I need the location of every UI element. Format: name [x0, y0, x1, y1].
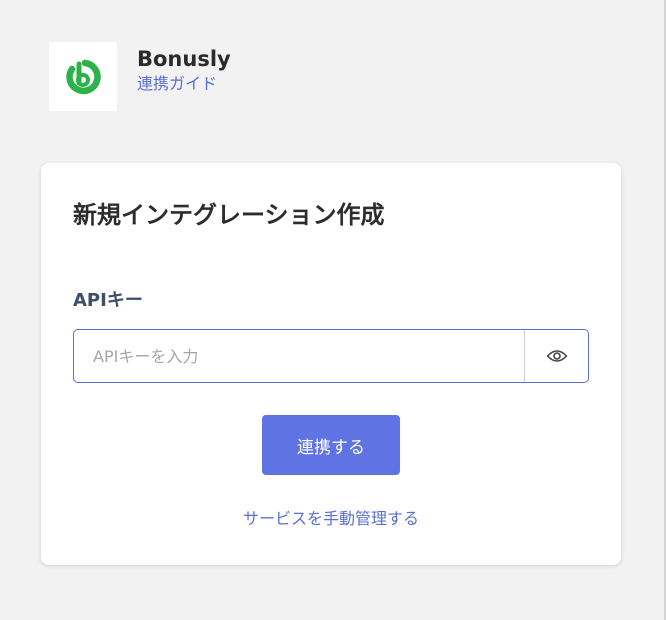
page-title: 新規インテグレーション作成 [73, 201, 385, 229]
api-key-label: APIキー [73, 290, 143, 311]
toggle-visibility-button[interactable] [524, 330, 588, 382]
integration-guide-link[interactable]: 連携ガイド [137, 73, 231, 95]
bonusly-logo-icon [66, 59, 101, 94]
app-header: Bonusly 連携ガイド [49, 42, 231, 111]
api-key-input[interactable] [74, 330, 524, 382]
eye-icon [546, 350, 567, 362]
api-key-input-group [73, 329, 589, 383]
manual-management-link[interactable]: サービスを手動管理する [41, 508, 621, 530]
app-name: Bonusly [137, 47, 231, 71]
app-logo [49, 42, 117, 111]
connect-button[interactable]: 連携する [262, 415, 400, 475]
integration-form-card: 新規インテグレーション作成 APIキー 連携する サービスを手動管理する [41, 163, 621, 565]
app-meta: Bonusly 連携ガイド [137, 46, 231, 95]
